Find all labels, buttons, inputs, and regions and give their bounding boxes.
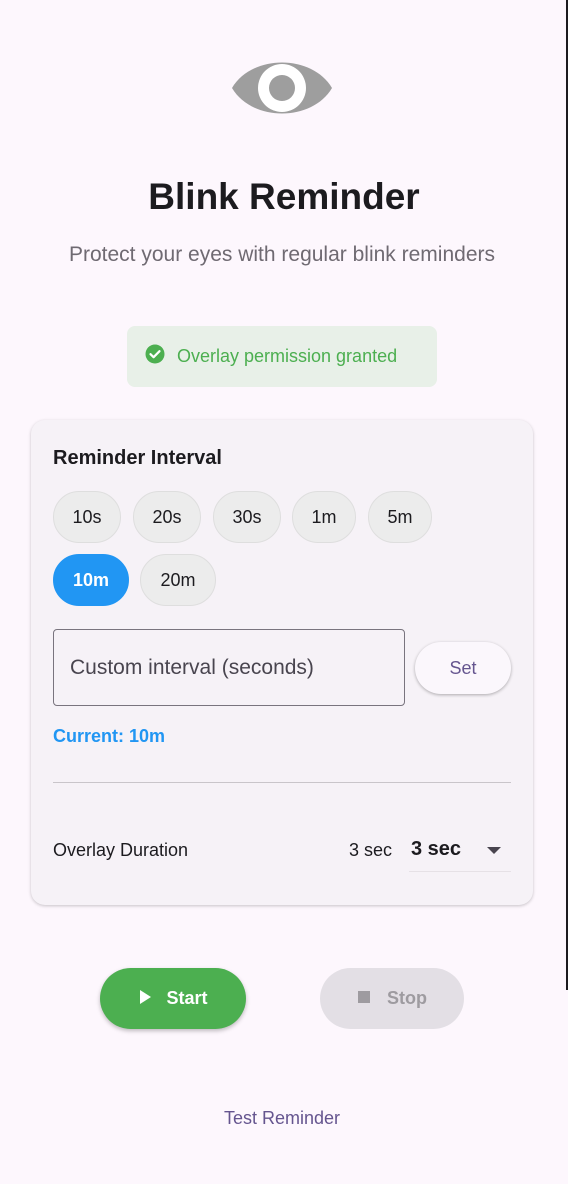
set-interval-button[interactable]: Set <box>415 642 511 694</box>
eye-icon <box>230 50 334 126</box>
interval-chip-5m[interactable]: 5m <box>368 491 432 543</box>
check-circle-icon <box>145 344 165 369</box>
overlay-duration-dropdown[interactable]: 3 sec <box>409 828 511 872</box>
app-subtitle: Protect your eyes with regular blink rem… <box>68 243 495 266</box>
permission-status-banner: Overlay permission granted <box>127 326 437 387</box>
interval-chip-20m[interactable]: 20m <box>140 554 216 606</box>
stop-button-label: Stop <box>387 988 427 1008</box>
custom-interval-input[interactable] <box>53 629 405 706</box>
stop-icon <box>357 990 371 1007</box>
interval-chip-20s[interactable]: 20s <box>133 491 201 543</box>
settings-card: Reminder Interval 10s 20s 30s 1m 5m 10m … <box>31 420 533 905</box>
start-button-label: Start <box>166 988 208 1008</box>
divider <box>53 782 511 783</box>
interval-section-title: Reminder Interval <box>53 447 222 469</box>
test-reminder-button[interactable]: Test Reminder <box>0 1108 564 1129</box>
overlay-duration-value: 3 sec <box>349 840 393 860</box>
start-button[interactable]: Start <box>100 968 246 1029</box>
interval-chip-30s[interactable]: 30s <box>213 491 281 543</box>
permission-status-text: Overlay permission granted <box>177 346 398 366</box>
stop-button[interactable]: Stop <box>320 968 464 1029</box>
app-title: Blink Reminder <box>148 176 420 217</box>
current-interval-label: Current: 10m <box>53 726 166 746</box>
dropdown-arrow-icon <box>487 847 501 854</box>
interval-chip-1m[interactable]: 1m <box>292 491 356 543</box>
overlay-duration-label: Overlay Duration <box>53 840 189 860</box>
overlay-duration-selected: 3 sec <box>411 838 462 860</box>
interval-chip-10s[interactable]: 10s <box>53 491 121 543</box>
play-icon <box>138 989 152 1008</box>
interval-chip-10m[interactable]: 10m <box>53 554 129 606</box>
